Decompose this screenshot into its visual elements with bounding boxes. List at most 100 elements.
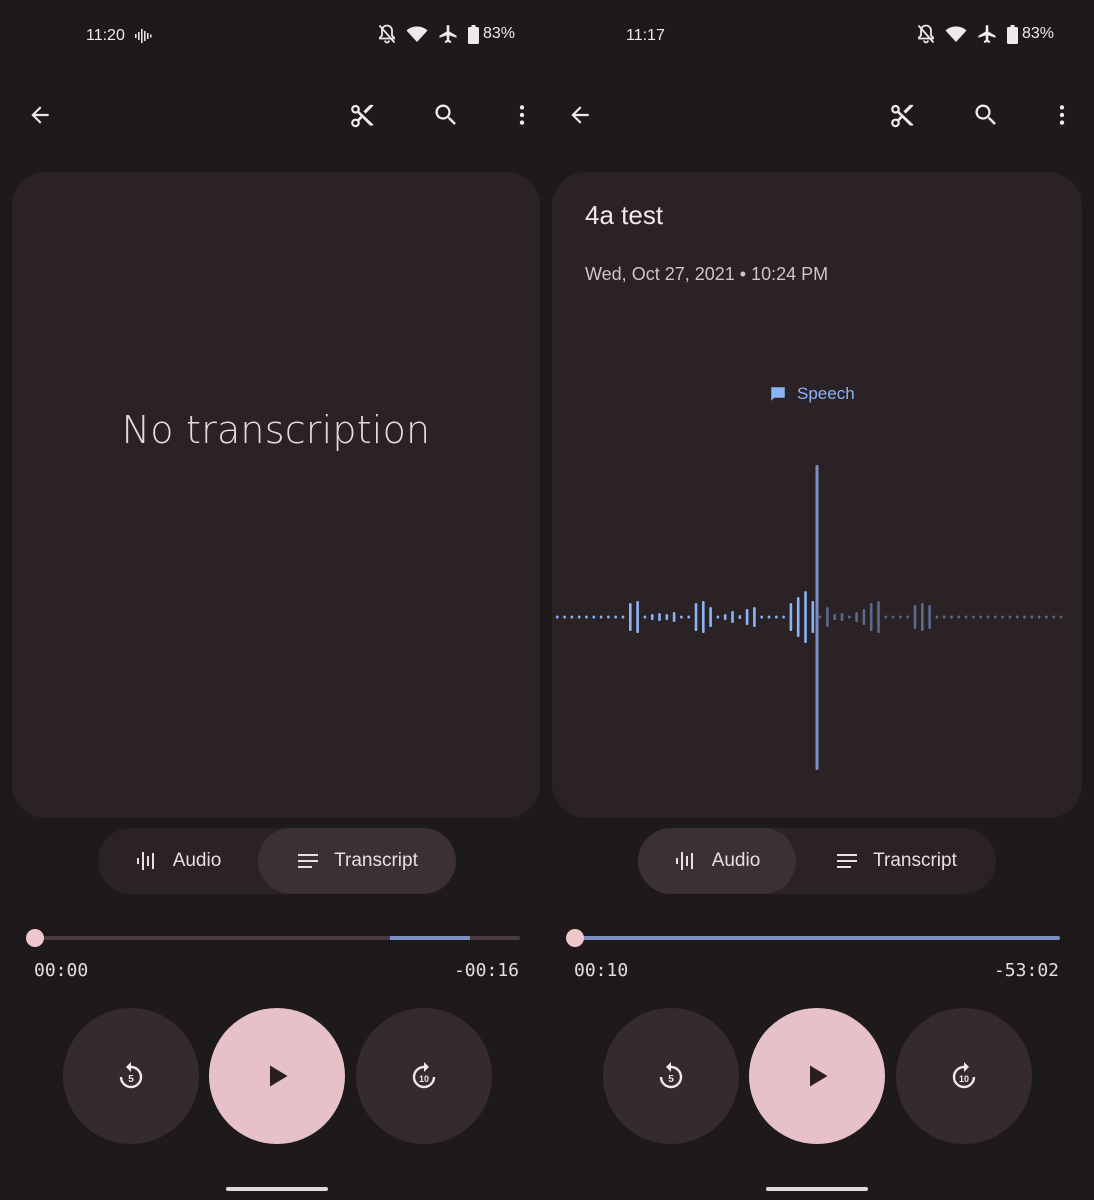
recording-date: Wed, Oct 27, 2021 • 10:24 PM xyxy=(585,264,829,284)
seek-bar[interactable] xyxy=(35,936,520,940)
transcript-tab-label: Transcript xyxy=(334,850,418,871)
remaining-time: -00:16 xyxy=(453,960,519,981)
waveform-bar xyxy=(789,603,793,631)
waveform-bar xyxy=(899,615,902,619)
transcript-tab[interactable]: Transcript xyxy=(258,828,456,894)
waveform-bar xyxy=(1059,615,1063,619)
waveform-bar xyxy=(877,601,880,633)
replay-5-icon: 5 xyxy=(119,1062,143,1089)
waveform-bar xyxy=(957,615,961,619)
phone-screen-right: 11:17 83% 4a test Wed, Oct 27, 2021 • 10… xyxy=(547,0,1094,1200)
waveform-bar xyxy=(636,601,639,633)
forward-button[interactable]: 10 xyxy=(356,1008,492,1144)
scissors-icon xyxy=(891,104,914,128)
rewind-button[interactable]: 5 xyxy=(603,1008,739,1144)
waveform-bar xyxy=(1045,615,1048,619)
arrow-back-icon xyxy=(31,106,49,124)
waveform-bar xyxy=(935,615,939,619)
trim-button[interactable] xyxy=(878,91,926,139)
waveform-bar xyxy=(796,597,800,637)
status-time: 11:17 xyxy=(626,27,665,44)
search-button[interactable] xyxy=(962,91,1010,139)
waveform-bar xyxy=(665,614,669,620)
airplane-mode-icon xyxy=(438,24,458,44)
notifications-off-icon xyxy=(917,24,935,44)
elapsed-time: 00:10 xyxy=(574,960,629,981)
forward-seconds: 10 xyxy=(419,1074,429,1084)
back-button[interactable] xyxy=(16,91,64,139)
more-options-button[interactable] xyxy=(498,91,546,139)
replay-5-icon: 5 xyxy=(659,1062,683,1089)
waveform-bar xyxy=(556,615,559,619)
graphic-eq-icon xyxy=(136,852,154,870)
back-button[interactable] xyxy=(556,91,604,139)
phone-screen-left: 11:20 83% No transcription Audio Transcr… xyxy=(0,0,547,1200)
playhead-line[interactable] xyxy=(815,465,819,770)
forward-10-icon: 10 xyxy=(952,1062,976,1089)
view-toggle: Audio Transcript xyxy=(98,828,456,894)
waveform-bar xyxy=(869,603,873,631)
waveform-bar xyxy=(833,614,836,620)
waveform-bar xyxy=(1001,615,1004,619)
waveform-bar xyxy=(862,609,866,625)
seek-bar[interactable] xyxy=(575,936,1060,940)
waveform-bar xyxy=(826,607,829,627)
waveform-bar xyxy=(818,615,822,619)
waveform-bar xyxy=(942,615,946,619)
more-vert-icon xyxy=(519,105,525,125)
waveform-bar xyxy=(643,615,647,619)
waveform-bar xyxy=(950,615,953,619)
view-toggle: Audio Transcript xyxy=(638,828,996,894)
notes-icon xyxy=(837,854,858,868)
waveform-bar xyxy=(891,615,895,619)
graphic-eq-icon xyxy=(675,852,693,870)
waveform-bar xyxy=(745,609,749,625)
waveform-bar xyxy=(592,615,596,619)
transcript-tab-label: Transcript xyxy=(873,850,957,871)
trim-button[interactable] xyxy=(338,91,386,139)
play-button[interactable] xyxy=(749,1008,885,1144)
audio-tab[interactable]: Audio xyxy=(638,828,796,894)
waveform-bar xyxy=(804,591,807,643)
waveform-bar xyxy=(629,603,632,631)
waveform-bar xyxy=(753,607,756,627)
battery-percent: 83% xyxy=(482,25,515,42)
audio-tab-label: Audio xyxy=(172,850,222,871)
recording-indicator-icon xyxy=(135,28,153,49)
remaining-time: -53:02 xyxy=(993,960,1059,981)
home-indicator[interactable] xyxy=(766,1187,868,1191)
waveform-bar xyxy=(680,615,683,619)
waveform-bar xyxy=(775,615,778,619)
waveform-bar xyxy=(1052,615,1055,619)
seek-thumb[interactable] xyxy=(26,929,44,947)
waveform-bar xyxy=(614,615,617,619)
seek-thumb[interactable] xyxy=(566,929,584,947)
audio-tab[interactable]: Audio xyxy=(98,828,258,894)
status-icons: 83% xyxy=(378,24,515,44)
forward-button[interactable]: 10 xyxy=(896,1008,1032,1144)
waveform-bar xyxy=(964,615,968,619)
waveform-bar xyxy=(1015,615,1019,619)
more-vert-icon xyxy=(1059,105,1065,125)
seek-bar-highlight xyxy=(390,936,470,940)
waveform-bar xyxy=(906,615,909,619)
waveform-bar xyxy=(731,611,734,623)
rewind-seconds: 5 xyxy=(128,1074,134,1085)
speech-marker[interactable]: Speech xyxy=(769,384,855,404)
waveform-bar xyxy=(855,612,858,622)
waveform-bar xyxy=(621,615,625,619)
audio-tab-label: Audio xyxy=(711,850,761,871)
home-indicator[interactable] xyxy=(226,1187,328,1191)
play-button[interactable] xyxy=(209,1008,345,1144)
waveform-bar xyxy=(577,615,581,619)
search-button[interactable] xyxy=(422,91,470,139)
more-options-button[interactable] xyxy=(1038,91,1086,139)
waveform-bar xyxy=(716,615,720,619)
speech-marker-label: Speech xyxy=(797,384,855,403)
rewind-button[interactable]: 5 xyxy=(63,1008,199,1144)
waveform-bar xyxy=(848,615,851,619)
waveform-bar xyxy=(994,615,997,619)
audio-waveform[interactable] xyxy=(547,455,1094,780)
play-icon xyxy=(810,1065,828,1087)
transcript-tab[interactable]: Transcript xyxy=(796,828,996,894)
